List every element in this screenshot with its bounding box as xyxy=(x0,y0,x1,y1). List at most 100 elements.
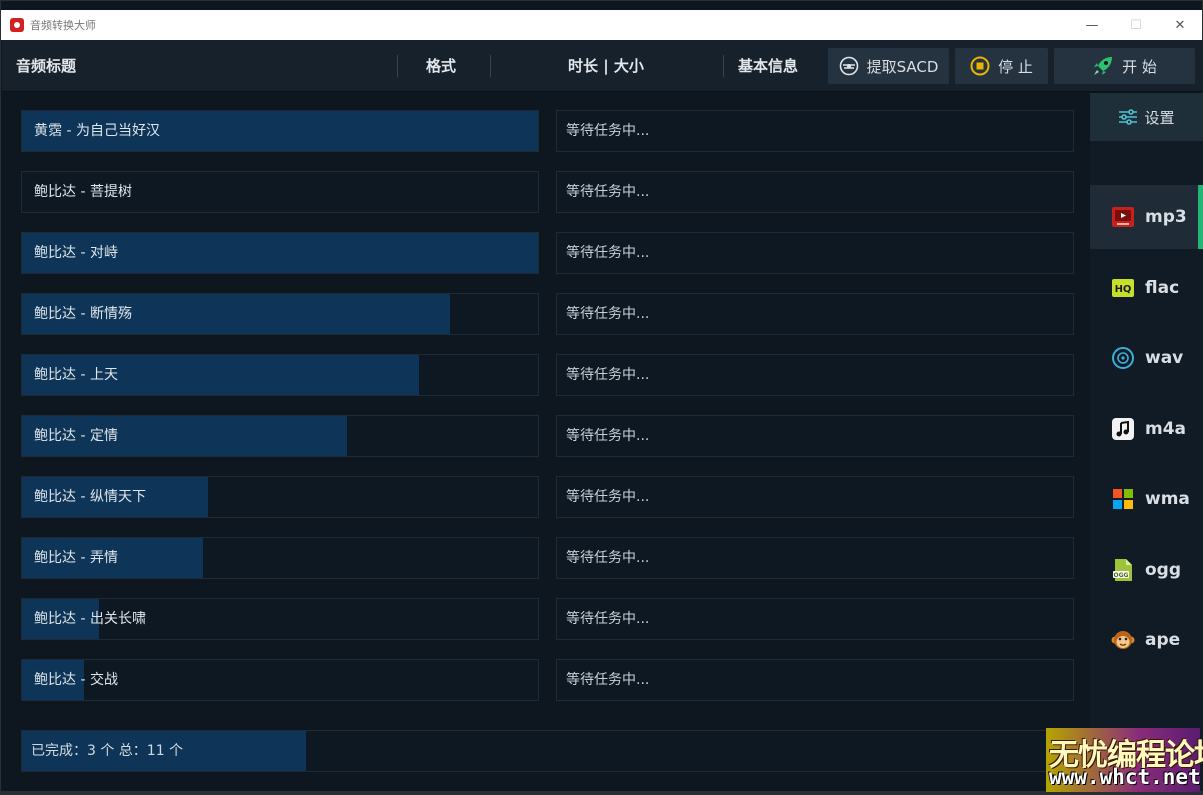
track-status-cell[interactable]: 等待任务中... xyxy=(556,293,1074,335)
flac-hq-icon: HQ xyxy=(1111,276,1135,300)
window-title: 音频转换大师 xyxy=(30,19,96,32)
track-status: 等待任务中... xyxy=(566,611,650,627)
table-row[interactable]: 鲍比达 - 断情殇 等待任务中... xyxy=(21,293,1075,335)
format-sidebar: 设置 mp3 HQ flac wav m4a wma OGG ogg ape xyxy=(1090,93,1203,791)
track-title-cell[interactable]: 鲍比达 - 定情 xyxy=(21,415,539,457)
track-title: 鲍比达 - 纵情天下 xyxy=(34,489,146,505)
format-label: mp3 xyxy=(1145,207,1187,227)
track-status: 等待任务中... xyxy=(566,550,650,566)
extract-sacd-label: 提取SACD xyxy=(866,57,939,76)
wma-windows-icon xyxy=(1111,487,1135,511)
track-status-cell[interactable]: 等待任务中... xyxy=(556,415,1074,457)
settings-button[interactable]: 设置 xyxy=(1090,93,1203,141)
format-label: wav xyxy=(1145,348,1184,368)
track-title-cell[interactable]: 鲍比达 - 纵情天下 xyxy=(21,476,539,518)
table-row[interactable]: 鲍比达 - 纵情天下 等待任务中... xyxy=(21,476,1075,518)
app-logo-icon xyxy=(10,18,24,32)
settings-label: 设置 xyxy=(1144,108,1175,127)
format-m4a-button[interactable]: m4a xyxy=(1090,397,1203,461)
table-row[interactable]: 鲍比达 - 对峙 等待任务中... xyxy=(21,232,1075,274)
stop-label: 停 止 xyxy=(998,57,1033,76)
format-mp3-button[interactable]: mp3 xyxy=(1090,185,1203,249)
close-button[interactable]: ✕ xyxy=(1158,10,1202,40)
track-status-cell[interactable]: 等待任务中... xyxy=(556,537,1074,579)
track-status: 等待任务中... xyxy=(566,367,650,383)
format-flac-button[interactable]: HQ flac xyxy=(1090,256,1203,320)
m4a-music-note-icon xyxy=(1111,417,1135,441)
svg-text:HQ: HQ xyxy=(1115,284,1132,295)
start-button[interactable]: 开 始 xyxy=(1054,48,1195,84)
table-row[interactable]: 鲍比达 - 菩提树 等待任务中... xyxy=(21,171,1075,213)
track-title-cell[interactable]: 鲍比达 - 上天 xyxy=(21,354,539,396)
track-list: 黄霑 - 为自己当好汉 等待任务中... 鲍比达 - 菩提树 等待任务中... 鲍比达 … xyxy=(2,93,1090,791)
format-label: ape xyxy=(1145,630,1181,650)
track-title: 鲍比达 - 断情殇 xyxy=(34,306,132,322)
track-title: 鲍比达 - 出关长啸 xyxy=(34,611,146,627)
track-status: 等待任务中... xyxy=(566,672,650,688)
window-bottom-edge xyxy=(1,791,1203,795)
track-title: 黄霑 - 为自己当好汉 xyxy=(34,123,160,139)
format-wav-button[interactable]: wav xyxy=(1090,326,1203,390)
track-status: 等待任务中... xyxy=(566,428,650,444)
format-label: ogg xyxy=(1145,559,1182,580)
table-row[interactable]: 鲍比达 - 交战 等待任务中... xyxy=(21,659,1075,701)
track-status: 等待任务中... xyxy=(566,245,650,261)
table-row[interactable]: 鲍比达 - 出关长啸 等待任务中... xyxy=(21,598,1075,640)
svg-text:OGG: OGG xyxy=(1114,572,1129,579)
format-wma-button[interactable]: wma xyxy=(1090,467,1203,531)
track-status-cell[interactable]: 等待任务中... xyxy=(556,110,1074,152)
extract-sacd-button[interactable]: 提取SACD xyxy=(828,48,949,84)
window-controls: — ☐ ✕ xyxy=(1070,10,1202,40)
wav-disc-icon xyxy=(1111,346,1135,370)
header-format-column: 格式 xyxy=(426,57,457,75)
watermark-url: www.whct.net xyxy=(1049,765,1201,789)
mp3-icon xyxy=(1111,205,1135,229)
track-title: 鲍比达 - 弄情 xyxy=(34,550,118,566)
list-header: 音频标题 格式 时长 | 大小 基本信息 提取SACD 停 止 开 始 xyxy=(2,40,1203,92)
stop-button[interactable]: 停 止 xyxy=(955,48,1048,84)
track-status: 等待任务中... xyxy=(566,184,650,200)
track-title: 鲍比达 - 交战 xyxy=(34,672,118,688)
track-title-cell[interactable]: 鲍比达 - 断情殇 xyxy=(21,293,539,335)
track-status: 等待任务中... xyxy=(566,306,650,322)
completion-summary: 已完成：3 个 总：11 个 xyxy=(31,743,184,759)
format-label: flac xyxy=(1145,277,1180,298)
track-status-cell[interactable]: 等待任务中... xyxy=(556,171,1074,213)
track-title-cell[interactable]: 鲍比达 - 弄情 xyxy=(21,537,539,579)
track-title-cell[interactable]: 鲍比达 - 对峙 xyxy=(21,232,539,274)
header-divider xyxy=(397,55,398,77)
track-status-cell[interactable]: 等待任务中... xyxy=(556,598,1074,640)
header-divider xyxy=(723,55,724,77)
track-title-cell[interactable]: 黄霑 - 为自己当好汉 xyxy=(21,110,539,152)
track-title-cell[interactable]: 鲍比达 - 菩提树 xyxy=(21,171,539,213)
track-status-cell[interactable]: 等待任务中... xyxy=(556,354,1074,396)
minimize-button[interactable]: — xyxy=(1070,10,1114,40)
title-bar[interactable]: 音频转换大师 — ☐ ✕ xyxy=(1,10,1202,40)
sacd-disc-icon xyxy=(839,56,859,76)
track-status: 等待任务中... xyxy=(566,489,650,505)
start-label: 开 始 xyxy=(1122,57,1157,76)
rocket-icon xyxy=(1092,55,1114,77)
table-row[interactable]: 鲍比达 - 定情 等待任务中... xyxy=(21,415,1075,457)
table-row[interactable]: 鲍比达 - 弄情 等待任务中... xyxy=(21,537,1075,579)
header-info-column: 基本信息 xyxy=(738,57,799,75)
table-row[interactable]: 鲍比达 - 上天 等待任务中... xyxy=(21,354,1075,396)
track-status-cell[interactable]: 等待任务中... xyxy=(556,659,1074,701)
ape-monkey-icon xyxy=(1111,628,1135,652)
format-ape-button[interactable]: ape xyxy=(1090,608,1203,672)
format-label: wma xyxy=(1145,489,1190,509)
track-title: 鲍比达 - 菩提树 xyxy=(34,184,132,200)
track-status-cell[interactable]: 等待任务中... xyxy=(556,232,1074,274)
track-title-cell[interactable]: 鲍比达 - 交战 xyxy=(21,659,539,701)
track-title: 鲍比达 - 上天 xyxy=(34,367,118,383)
overall-progress-bar: 已完成：3 个 总：11 个 xyxy=(21,730,1075,772)
track-status-cell[interactable]: 等待任务中... xyxy=(556,476,1074,518)
forum-watermark: 无忧编程论坛 www.whct.net xyxy=(1046,728,1203,792)
ogg-file-icon: OGG xyxy=(1111,558,1135,582)
maximize-button[interactable]: ☐ xyxy=(1114,10,1158,40)
format-ogg-button[interactable]: OGG ogg xyxy=(1090,538,1203,602)
track-title-cell[interactable]: 鲍比达 - 出关长啸 xyxy=(21,598,539,640)
stop-icon xyxy=(970,56,990,76)
table-row[interactable]: 黄霑 - 为自己当好汉 等待任务中... xyxy=(21,110,1075,152)
settings-sliders-icon xyxy=(1118,109,1138,125)
